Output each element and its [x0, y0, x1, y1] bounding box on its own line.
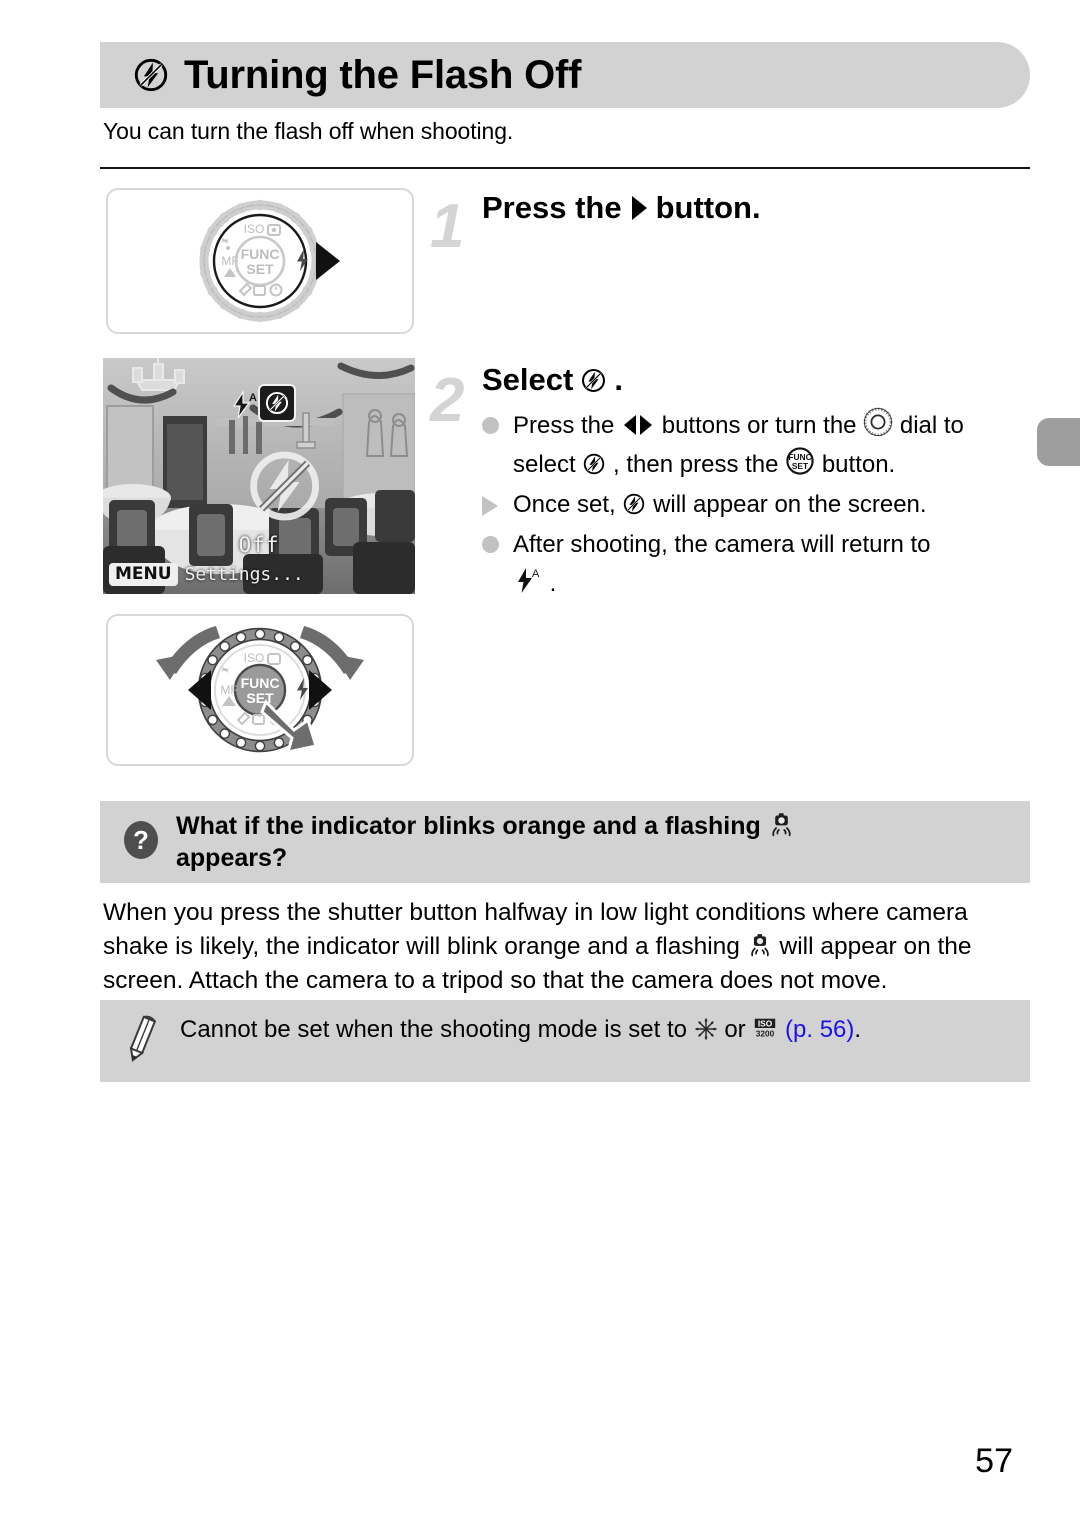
bullet-text: Press the buttons or turn the dial to se…: [513, 407, 1030, 485]
lcd-overlay-ui: A Off MENU Settings...: [103, 358, 415, 594]
svg-text:A: A: [249, 392, 257, 404]
flash-off-icon: [582, 452, 606, 476]
dial-set-label: SET: [246, 261, 274, 277]
svg-text:?: ?: [133, 825, 149, 855]
bullet-item: Press the buttons or turn the dial to se…: [482, 407, 1030, 485]
svg-text:SET: SET: [792, 461, 809, 471]
qa-line-1: What if the indicator blinks orange and …: [176, 812, 761, 840]
camera-dial-illustration: FUNC SET ISO MF: [106, 188, 414, 334]
flash-off-icon: [580, 367, 607, 394]
bullet-dot-marker: [482, 417, 508, 434]
flash-off-icon: [622, 492, 646, 516]
lcd-menu-hint: MENU Settings...: [109, 563, 304, 586]
bullet-text-part: After shooting, the camera will return t…: [513, 530, 931, 558]
camera-shake-icon: [768, 811, 795, 838]
dial-mf-label: MF: [221, 254, 238, 268]
qa-question-text: What if the indicator blinks orange and …: [176, 810, 795, 874]
pencil-icon: [122, 1014, 162, 1071]
press-iso-label: ISO: [244, 651, 265, 665]
question-mark-icon: ?: [120, 819, 162, 866]
flash-off-menu-item-selected[interactable]: [258, 384, 296, 422]
bullet-text-part: , then press the: [613, 450, 786, 478]
step-2-title-after: .: [614, 362, 623, 397]
step-1-title: Press the button.: [482, 190, 761, 226]
note-text-part: Cannot be set when the shooting mode is …: [180, 1016, 694, 1043]
flash-auto-icon: A: [229, 389, 259, 425]
press-func-label: FUNC: [241, 675, 280, 691]
dial-press-illustration: FUNC SET ISO MF: [106, 614, 414, 766]
control-dial-icon: [863, 407, 893, 437]
bullet-dot-marker: [482, 535, 508, 553]
qa-answer-text: When you press the shutter button halfwa…: [103, 896, 1029, 997]
flash-off-icon: [132, 56, 170, 94]
manual-page: Turning the Flash Off You can turn the f…: [0, 0, 1080, 1521]
left-right-buttons-icon: [621, 413, 655, 437]
page-title: Turning the Flash Off: [184, 52, 582, 97]
qa-header-bar: ? What if the indicator blinks orange an…: [100, 801, 1030, 883]
camera-shake-icon: [747, 932, 773, 958]
camera-screen-illustration: A Off MENU Settings...: [103, 358, 415, 594]
fireworks-mode-icon: [694, 1017, 718, 1041]
qa-line-2: appears?: [176, 844, 288, 872]
dial-iso-label: ISO: [244, 222, 265, 236]
menu-settings-label: Settings...: [184, 564, 304, 585]
note-text: Cannot be set when the shooting mode is …: [180, 1012, 861, 1046]
bullet-text: After shooting, the camera will return t…: [513, 526, 1030, 604]
press-mf-label: MF: [220, 683, 237, 697]
dial-func-label: FUNC: [241, 246, 280, 262]
right-arrow-button-icon: [629, 195, 649, 221]
menu-button-chip: MENU: [109, 563, 178, 586]
step-1-number: 1: [430, 192, 465, 261]
press-set-label: SET: [246, 690, 274, 706]
bullet-text-part: button.: [821, 450, 896, 478]
bullet-text-part: Press the: [513, 412, 622, 439]
section-header-bar: Turning the Flash Off: [100, 42, 1030, 108]
iso-3200-mode-icon: ISO 3200: [752, 1015, 778, 1041]
chapter-index-tab: [1037, 418, 1080, 466]
bullet-text-part: will appear on the screen.: [653, 490, 927, 518]
bullet-text-part: Once set,: [513, 490, 623, 518]
step-2-bullets: Press the buttons or turn the dial to se…: [482, 407, 1030, 603]
bullet-text: Once set, will appear on the screen.: [513, 486, 1030, 525]
intro-text: You can turn the flash off when shooting…: [103, 118, 514, 144]
flash-auto-icon: A: [513, 565, 543, 595]
note-text-part: or: [724, 1016, 753, 1043]
step-2: 2 Select . Press the buttons or turn the…: [430, 362, 1030, 604]
note-bar: Cannot be set when the shooting mode is …: [100, 1000, 1030, 1082]
dial-right-arrow-pointer: [316, 242, 340, 280]
bullet-text-part: buttons or turn the: [661, 412, 864, 439]
step-2-title: Select .: [482, 362, 1030, 398]
bullet-item: Once set, will appear on the screen.: [482, 486, 1030, 525]
page-number: 57: [975, 1442, 1013, 1480]
header-divider: [100, 167, 1030, 169]
step-1-title-after: button.: [655, 190, 761, 225]
step-1-title-before: Press the: [482, 190, 622, 225]
svg-text:ISO: ISO: [758, 1019, 773, 1029]
flash-status-label: Off: [238, 533, 280, 557]
bullet-text-part: .: [549, 569, 557, 597]
step-1: 1 Press the button.: [430, 190, 761, 258]
bullet-item: After shooting, the camera will return t…: [482, 526, 1030, 604]
step-2-title-before: Select: [482, 362, 574, 397]
svg-text:A: A: [532, 568, 540, 580]
flash-off-overlay-icon: [245, 446, 325, 531]
func-set-button-icon: FUNC SET: [785, 446, 815, 476]
note-text-part: .: [854, 1016, 862, 1043]
page-reference-link[interactable]: (p. 56): [785, 1016, 854, 1043]
svg-text:3200: 3200: [756, 1028, 775, 1038]
step-2-number: 2: [430, 366, 465, 435]
bullet-triangle-marker: [482, 495, 508, 516]
